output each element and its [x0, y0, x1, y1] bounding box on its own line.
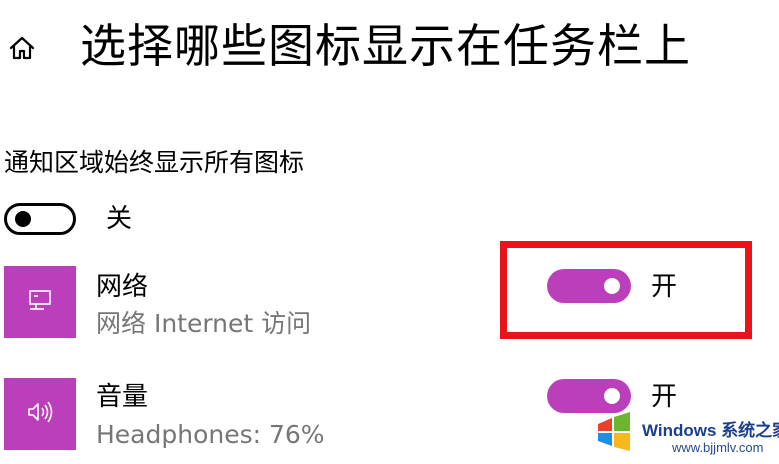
- always-show-all-icons-toggle[interactable]: [4, 203, 76, 235]
- network-name: 网络: [96, 272, 149, 302]
- watermark-brand-cn: 系统之家: [721, 421, 779, 440]
- speaker-volume-icon: [25, 398, 55, 430]
- always-show-all-icons-label: 通知区域始终显示所有图标: [4, 148, 305, 177]
- toggle-knob: [604, 388, 620, 404]
- volume-subtitle: Headphones: 76%: [96, 420, 325, 449]
- network-subtitle: 网络 Internet 访问: [96, 309, 312, 338]
- volume-tile: [4, 378, 76, 450]
- network-monitor-icon: [26, 286, 54, 318]
- page-title: 选择哪些图标显示在任务栏上: [80, 19, 691, 73]
- always-show-all-icons-state-label: 关: [106, 204, 133, 234]
- watermark: Windows 系统之家 www.bjjmlv.com: [588, 408, 779, 460]
- watermark-brand-en: Windows: [642, 421, 717, 440]
- windows-logo-icon: [592, 410, 636, 454]
- watermark-url: www.bjjmlv.com: [672, 440, 764, 455]
- home-icon[interactable]: [4, 30, 40, 66]
- network-tile: [4, 266, 76, 338]
- volume-name: 音量: [96, 382, 149, 412]
- highlight-box: [500, 241, 752, 339]
- watermark-brand: Windows 系统之家: [642, 416, 779, 441]
- toggle-knob: [15, 211, 31, 227]
